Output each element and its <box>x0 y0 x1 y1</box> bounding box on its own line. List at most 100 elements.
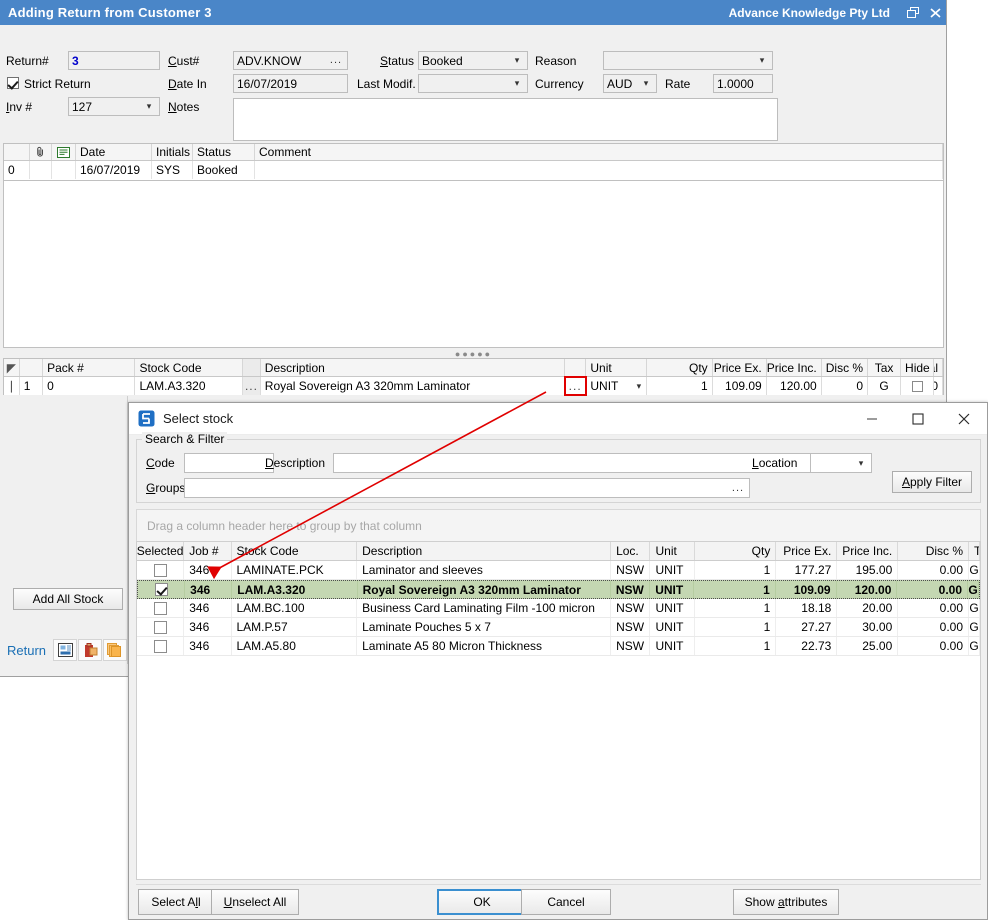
detail-col-stock-code[interactable]: Stock Code <box>135 359 243 376</box>
detail-col-price-ex[interactable]: Price Ex. <box>713 359 767 376</box>
table-row[interactable]: 0 16/07/2019 SYS Booked <box>4 161 943 179</box>
last-modif-select[interactable]: ▾ <box>418 74 528 93</box>
maximize-icon[interactable] <box>895 403 941 435</box>
detail-col-description[interactable]: Description <box>261 359 565 376</box>
code-input[interactable] <box>184 453 274 473</box>
stock-code-lookup-button[interactable]: ... <box>243 377 261 395</box>
row-checkbox[interactable] <box>154 564 167 577</box>
description-input[interactable] <box>333 453 811 473</box>
stock-col-description[interactable]: Description <box>357 542 611 560</box>
stock-col-price-ex[interactable]: Price Ex. <box>776 542 837 560</box>
splitter-handle[interactable]: ●●●●● <box>3 349 944 358</box>
ok-button[interactable]: OK <box>437 889 527 915</box>
rate-field[interactable]: 1.0000 <box>713 74 773 93</box>
detail-cell-qty[interactable]: 1 <box>647 377 713 395</box>
table-row[interactable]: 346 LAM.A3.320 Royal Sovereign A3 320mm … <box>137 580 980 599</box>
detail-cell-stock-code[interactable]: LAM.A3.320 <box>135 377 243 395</box>
note-icon[interactable] <box>52 144 76 160</box>
show-attributes-button[interactable]: Show attributes <box>733 889 839 915</box>
hide-checkbox[interactable] <box>912 381 923 392</box>
inv-no-select[interactable]: 127 ▾ <box>68 97 160 116</box>
stock-col-loc[interactable]: Loc. <box>611 542 650 560</box>
notes-textarea[interactable] <box>233 98 778 141</box>
detail-cell-description[interactable]: Royal Sovereign A3 320mm Laminator <box>261 377 565 395</box>
status-cell-note <box>52 161 76 179</box>
copy-stack-icon[interactable] <box>103 639 127 661</box>
stock-col-code[interactable]: Stock Code <box>232 542 358 560</box>
groups-lookup-button[interactable]: ... <box>730 483 746 494</box>
status-col-initials[interactable]: Initials <box>152 144 193 160</box>
detail-col-disc[interactable]: Disc % <box>822 359 868 376</box>
row-select-cell[interactable] <box>137 599 184 617</box>
row-checkbox[interactable] <box>155 583 168 596</box>
groups-input[interactable]: ... <box>184 478 750 498</box>
table-row[interactable]: 346 LAM.BC.100 Business Card Laminating … <box>137 599 980 618</box>
detail-cell-price-ex[interactable]: 109.09 <box>713 377 767 395</box>
location-select[interactable]: ▾ <box>810 453 872 473</box>
restore-icon[interactable] <box>902 0 924 25</box>
detail-col-price-inc[interactable]: Price Inc. <box>767 359 822 376</box>
detail-cell-tax[interactable]: G <box>868 377 901 395</box>
table-row[interactable]: 346 LAM.P.57 Laminate Pouches 5 x 7 NSW … <box>137 618 980 637</box>
detail-col-tax[interactable]: Tax <box>868 359 901 376</box>
row-select-cell[interactable] <box>137 561 184 579</box>
detail-cell-hide[interactable] <box>901 377 934 395</box>
strict-return-checkbox[interactable] <box>7 77 19 89</box>
row-select-cell[interactable] <box>137 637 184 655</box>
detail-cell-unit[interactable]: UNIT ▾ <box>586 377 647 395</box>
row-checkbox[interactable] <box>154 640 167 653</box>
status-col-date[interactable]: Date <box>76 144 152 160</box>
row-select-cell[interactable] <box>137 618 184 636</box>
status-select[interactable]: Booked ▾ <box>418 51 528 70</box>
apply-filter-button[interactable]: Apply Filter <box>892 471 972 493</box>
cust-no-field[interactable]: ADV.KNOW ... <box>233 51 348 70</box>
table-row[interactable]: 346 LAMINATE.PCK Laminator and sleeves N… <box>137 561 980 580</box>
form-icon[interactable] <box>53 639 77 661</box>
stock-col-price-inc[interactable]: Price Inc. <box>837 542 898 560</box>
return-no-label: Return# <box>6 54 49 68</box>
detail-cell-disc[interactable]: 0 <box>822 377 868 395</box>
detail-col-pack[interactable]: Pack # <box>43 359 135 376</box>
minimize-icon[interactable] <box>849 403 895 435</box>
stock-col-qty[interactable]: Qty <box>695 542 777 560</box>
clipboard-paste-icon[interactable] <box>78 639 102 661</box>
row-checkbox[interactable] <box>154 602 167 615</box>
return-no-field[interactable]: 3 <box>68 51 160 70</box>
detail-col-total[interactable]: Total <box>934 359 943 376</box>
cancel-button[interactable]: Cancel <box>521 889 611 915</box>
row-select-cell[interactable] <box>138 581 185 598</box>
description-lookup-button[interactable]: ... <box>565 377 586 395</box>
stock-col-tax[interactable]: Tax <box>969 542 980 560</box>
detail-col-qty[interactable]: Qty <box>647 359 713 376</box>
table-row[interactable]: 346 LAM.A5.80 Laminate A5 80 Micron Thic… <box>137 637 980 656</box>
group-by-panel[interactable]: Drag a column header here to group by th… <box>136 509 981 541</box>
table-row[interactable]: ∣ 1 0 LAM.A3.320 ... Royal Sovereign A3 … <box>4 377 943 395</box>
date-in-field[interactable]: 16/07/2019 <box>233 74 348 93</box>
close-icon[interactable] <box>941 403 987 435</box>
add-all-stock-button[interactable]: Add All Stock <box>13 588 123 610</box>
stock-col-selected[interactable]: Selected <box>137 542 184 560</box>
description-label: Description <box>265 456 325 470</box>
reason-select[interactable]: ▾ <box>603 51 773 70</box>
detail-cell-price-inc[interactable]: 120.00 <box>767 377 822 395</box>
stock-col-job[interactable]: Job # <box>184 542 231 560</box>
detail-col-unit[interactable]: Unit <box>586 359 647 376</box>
attachment-icon[interactable] <box>30 144 52 160</box>
status-col-status[interactable]: Status <box>193 144 255 160</box>
chevron-down-icon: ▾ <box>755 56 769 65</box>
stock-col-disc[interactable]: Disc % <box>898 542 969 560</box>
status-col-comment[interactable]: Comment <box>255 144 943 160</box>
detail-cell-pack[interactable]: 0 <box>43 377 135 395</box>
detail-col-hide[interactable]: Hide <box>901 359 934 376</box>
bottom-tabstrip: Return <box>0 638 128 662</box>
close-icon[interactable] <box>924 0 946 25</box>
currency-select[interactable]: AUD ▾ <box>603 74 657 93</box>
tab-return[interactable]: Return <box>0 643 53 658</box>
unselect-all-button[interactable]: Unselect All <box>211 889 299 915</box>
code-label: Code <box>146 456 175 470</box>
cust-no-lookup-button[interactable]: ... <box>328 55 344 66</box>
stock-col-unit[interactable]: Unit <box>650 542 694 560</box>
row-checkbox[interactable] <box>154 621 167 634</box>
select-all-button[interactable]: Select All <box>138 889 214 915</box>
cell-job: 346 <box>184 618 231 636</box>
